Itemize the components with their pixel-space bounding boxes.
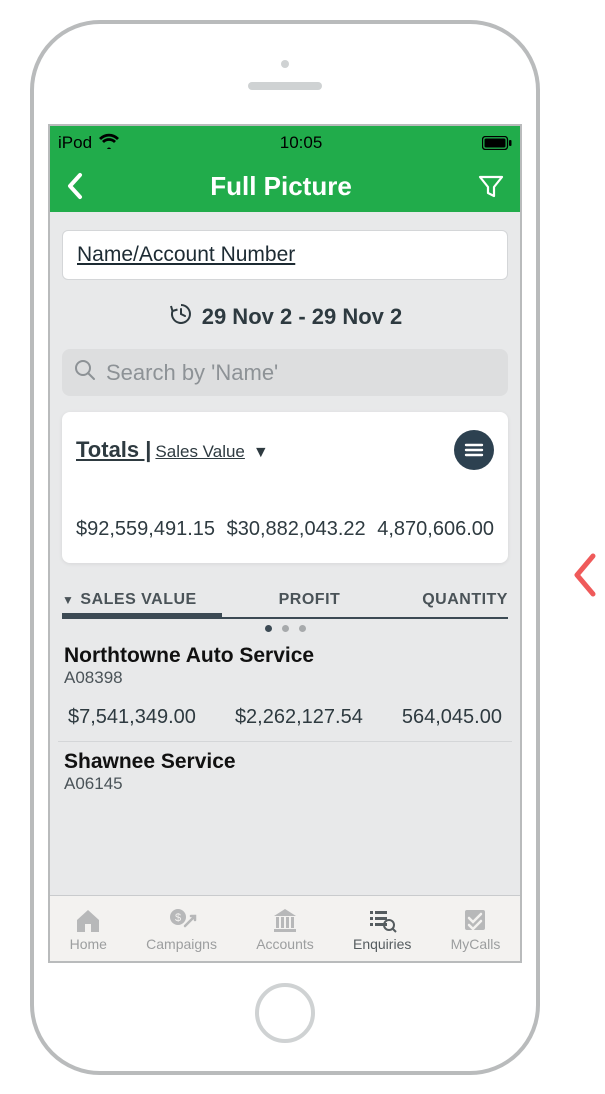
totals-sales-value: $92,559,491.15 [76, 518, 215, 541]
date-range-text: 29 Nov 2 - 29 Nov 2 [202, 304, 403, 330]
totals-card: Totals | Sales Value ▼ $92,559,491.15 $3… [62, 412, 508, 563]
home-hardware-button[interactable] [255, 983, 315, 1043]
tab-campaigns-label: Campaigns [146, 936, 217, 952]
status-bar: iPod 10:05 [50, 126, 520, 160]
search-input[interactable] [106, 360, 496, 386]
svg-text:$: $ [175, 912, 181, 924]
row-profit: $2,262,127.54 [235, 706, 363, 729]
row-sales-value: $7,541,349.00 [68, 706, 196, 729]
content-area: Name/Account Number 29 Nov 2 - 29 Nov 2 … [50, 212, 520, 895]
totals-profit: $30,882,043.22 [227, 518, 366, 541]
status-left: iPod [58, 133, 120, 154]
tab-bar: Home $ Campaigns Accounts Enquiries [50, 895, 520, 961]
filter-button[interactable] [476, 171, 506, 201]
nav-bar: Full Picture [50, 160, 520, 212]
list-item[interactable]: Northtowne Auto Service A08398 $7,541,34… [58, 636, 512, 742]
totals-title: Totals | [76, 437, 151, 463]
tab-enquiries[interactable]: Enquiries [353, 906, 411, 952]
tab-accounts-label: Accounts [256, 936, 314, 952]
chevron-left-icon[interactable] [567, 550, 601, 605]
tab-mycalls-label: MyCalls [451, 936, 501, 952]
totals-sort-selector[interactable]: Totals | Sales Value ▼ [76, 437, 269, 463]
totals-menu-button[interactable] [454, 430, 494, 470]
wifi-icon [98, 133, 120, 154]
back-button[interactable] [64, 171, 86, 201]
tab-campaigns[interactable]: $ Campaigns [146, 906, 217, 952]
column-quantity[interactable]: QUANTITY [422, 591, 508, 609]
tab-home-label: Home [70, 936, 107, 952]
phone-frame: iPod 10:05 Full Picture Name/Account Num… [30, 20, 540, 1075]
row-account: A06145 [64, 774, 506, 794]
page-title: Full Picture [210, 171, 352, 202]
pager-dots [50, 625, 520, 632]
screen: iPod 10:05 Full Picture Name/Account Num… [48, 124, 522, 963]
caret-down-icon: ▼ [253, 444, 269, 462]
name-account-field[interactable]: Name/Account Number [62, 230, 508, 280]
column-sales-value-label: SALES VALUE [80, 591, 196, 609]
tab-accounts[interactable]: Accounts [256, 906, 314, 952]
pager-dot-2[interactable] [282, 625, 289, 632]
list-item[interactable]: Shawnee Service A06145 [58, 742, 512, 806]
status-time: 10:05 [280, 133, 323, 153]
device-label: iPod [58, 133, 92, 153]
tab-home[interactable]: Home [70, 906, 107, 952]
row-quantity: 564,045.00 [402, 706, 502, 729]
search-icon [74, 359, 96, 386]
pager-dot-1[interactable] [265, 625, 272, 632]
row-name: Northtowne Auto Service [64, 644, 506, 668]
column-tabs: ▼ SALES VALUE PROFIT QUANTITY [62, 591, 508, 619]
history-icon [168, 302, 192, 331]
battery-icon [482, 136, 512, 150]
pager-dot-3[interactable] [299, 625, 306, 632]
totals-quantity: 4,870,606.00 [377, 518, 494, 541]
date-range-row[interactable]: 29 Nov 2 - 29 Nov 2 [50, 302, 520, 331]
search-box[interactable] [62, 349, 508, 396]
tab-enquiries-label: Enquiries [353, 936, 411, 952]
totals-sort-field: Sales Value [155, 442, 244, 462]
row-account: A08398 [64, 668, 506, 688]
column-sales-value[interactable]: ▼ SALES VALUE [62, 591, 197, 609]
earpiece-bar [248, 82, 322, 90]
tab-mycalls[interactable]: MyCalls [451, 906, 501, 952]
sort-descending-icon: ▼ [62, 593, 74, 607]
earpiece-dot [281, 60, 289, 68]
results-list: Northtowne Auto Service A08398 $7,541,34… [58, 636, 512, 806]
column-profit[interactable]: PROFIT [279, 591, 341, 609]
row-name: Shawnee Service [64, 750, 506, 774]
active-column-underline [62, 613, 222, 619]
